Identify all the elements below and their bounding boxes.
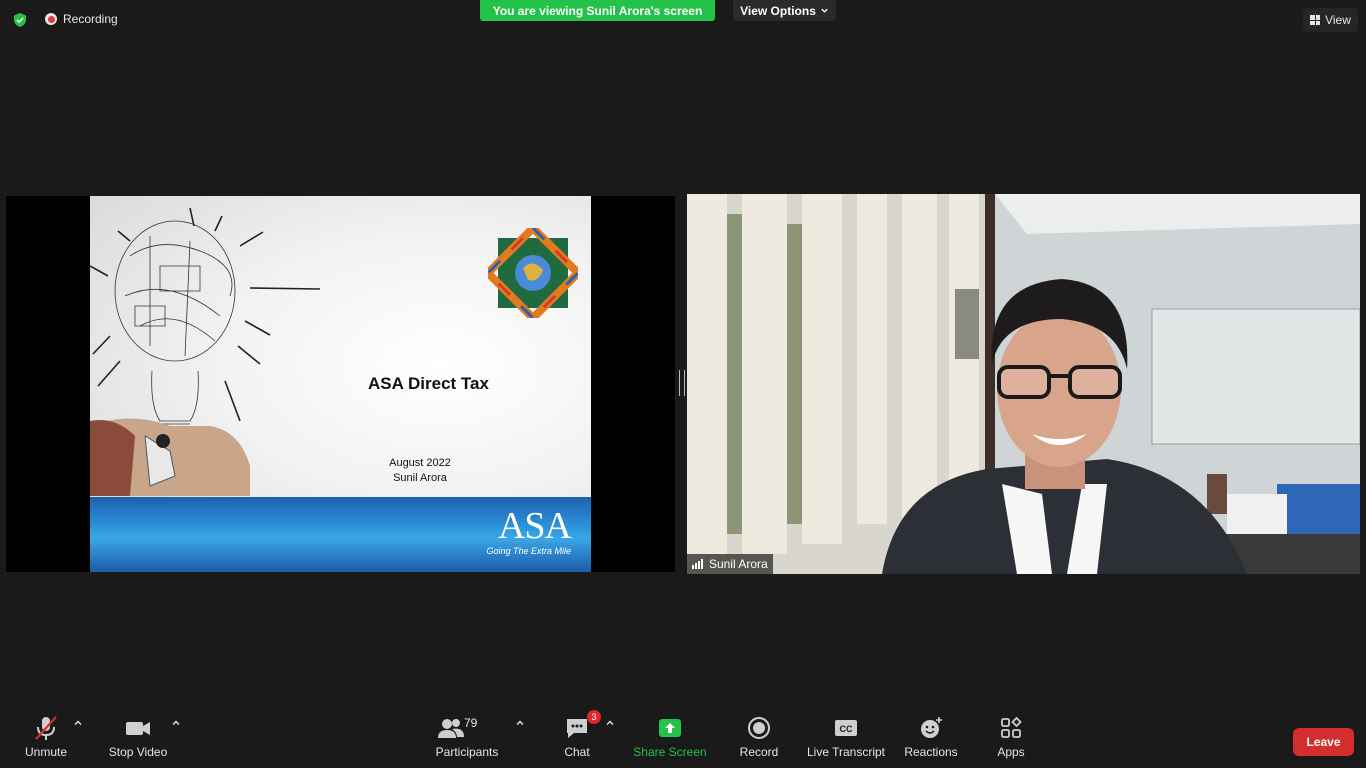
chevron-down-icon bbox=[821, 8, 828, 13]
viewing-banner: You are viewing Sunil Arora's screen bbox=[480, 0, 715, 21]
meeting-toolbar: Unmute Stop Video 79 Participants 3 Chat… bbox=[0, 710, 1366, 768]
view-options-label: View Options bbox=[740, 3, 816, 18]
apps-button[interactable]: Apps bbox=[989, 710, 1033, 768]
audio-options-caret-icon[interactable] bbox=[73, 718, 83, 728]
slide-date: August 2022 bbox=[389, 457, 451, 469]
record-label: Record bbox=[739, 745, 779, 759]
record-icon bbox=[748, 717, 770, 739]
stop-video-button[interactable]: Stop Video bbox=[104, 710, 172, 768]
view-options-button[interactable]: View Options bbox=[733, 0, 836, 21]
participants-label: Participants bbox=[435, 745, 499, 759]
participants-icon bbox=[438, 719, 464, 738]
asa-tagline: Going The Extra Mile bbox=[486, 546, 571, 556]
grid-icon bbox=[1310, 15, 1321, 25]
participant-name: Sunil Arora bbox=[709, 557, 768, 571]
slide-presenter: Sunil Arora bbox=[393, 472, 447, 484]
view-button[interactable]: View bbox=[1303, 8, 1358, 32]
slide-title: ASA Direct Tax bbox=[368, 374, 489, 393]
participant-video-image bbox=[687, 194, 1360, 574]
reactions-button[interactable]: Reactions bbox=[902, 710, 960, 768]
participant-video-tile[interactable]: Sunil Arora bbox=[687, 194, 1360, 574]
closed-caption-icon: CC bbox=[835, 720, 857, 736]
live-transcript-button[interactable]: CC Live Transcript bbox=[804, 710, 888, 768]
signal-strength-icon bbox=[692, 559, 703, 569]
video-camera-icon bbox=[126, 722, 150, 735]
view-label: View bbox=[1325, 13, 1351, 27]
shared-screen[interactable]: ASA Direct Tax August 2022 Sunil Arora A… bbox=[6, 196, 675, 572]
split-view-handle[interactable] bbox=[679, 370, 685, 396]
slide-footer-band: ASA Going The Extra Mile bbox=[90, 497, 591, 572]
chat-unread-badge: 3 bbox=[587, 710, 601, 724]
apps-label: Apps bbox=[997, 745, 1025, 759]
apps-icon bbox=[1001, 716, 1022, 738]
reactions-smiley-icon bbox=[921, 717, 942, 738]
share-screen-button[interactable]: Share Screen bbox=[632, 710, 708, 768]
chat-button[interactable]: 3 Chat bbox=[557, 710, 601, 768]
unmute-button[interactable]: Unmute bbox=[18, 710, 74, 768]
slide-subtitle: August 2022 Sunil Arora bbox=[350, 456, 490, 486]
presentation-slide: ASA Direct Tax August 2022 Sunil Arora A… bbox=[90, 196, 591, 572]
participants-count: 79 bbox=[464, 716, 478, 730]
live-transcript-label: Live Transcript bbox=[806, 745, 886, 759]
chat-options-caret-icon[interactable] bbox=[605, 718, 615, 728]
asa-logo: ASA bbox=[497, 505, 572, 547]
lightbulb-sketch-image bbox=[90, 207, 321, 496]
recording-label: Recording bbox=[63, 12, 118, 26]
participants-button[interactable]: 79 Participants bbox=[433, 710, 501, 768]
security-shield-icon[interactable] bbox=[12, 12, 28, 28]
seal-logo-image bbox=[488, 228, 578, 318]
chat-label: Chat bbox=[564, 745, 590, 759]
reactions-label: Reactions bbox=[904, 745, 958, 759]
recording-indicator[interactable]: Recording bbox=[45, 12, 118, 26]
recording-icon bbox=[45, 13, 57, 25]
stop-video-label: Stop Video bbox=[108, 745, 168, 759]
share-screen-icon bbox=[659, 719, 681, 737]
microphone-muted-icon bbox=[35, 716, 57, 740]
record-button[interactable]: Record bbox=[735, 710, 783, 768]
participants-options-caret-icon[interactable] bbox=[515, 718, 525, 728]
leave-button[interactable]: Leave bbox=[1293, 728, 1354, 756]
participant-name-tag: Sunil Arora bbox=[687, 554, 773, 574]
video-options-caret-icon[interactable] bbox=[171, 718, 181, 728]
share-screen-label: Share Screen bbox=[633, 745, 707, 759]
unmute-label: Unmute bbox=[24, 745, 68, 759]
svg-text:CC: CC bbox=[840, 724, 853, 734]
